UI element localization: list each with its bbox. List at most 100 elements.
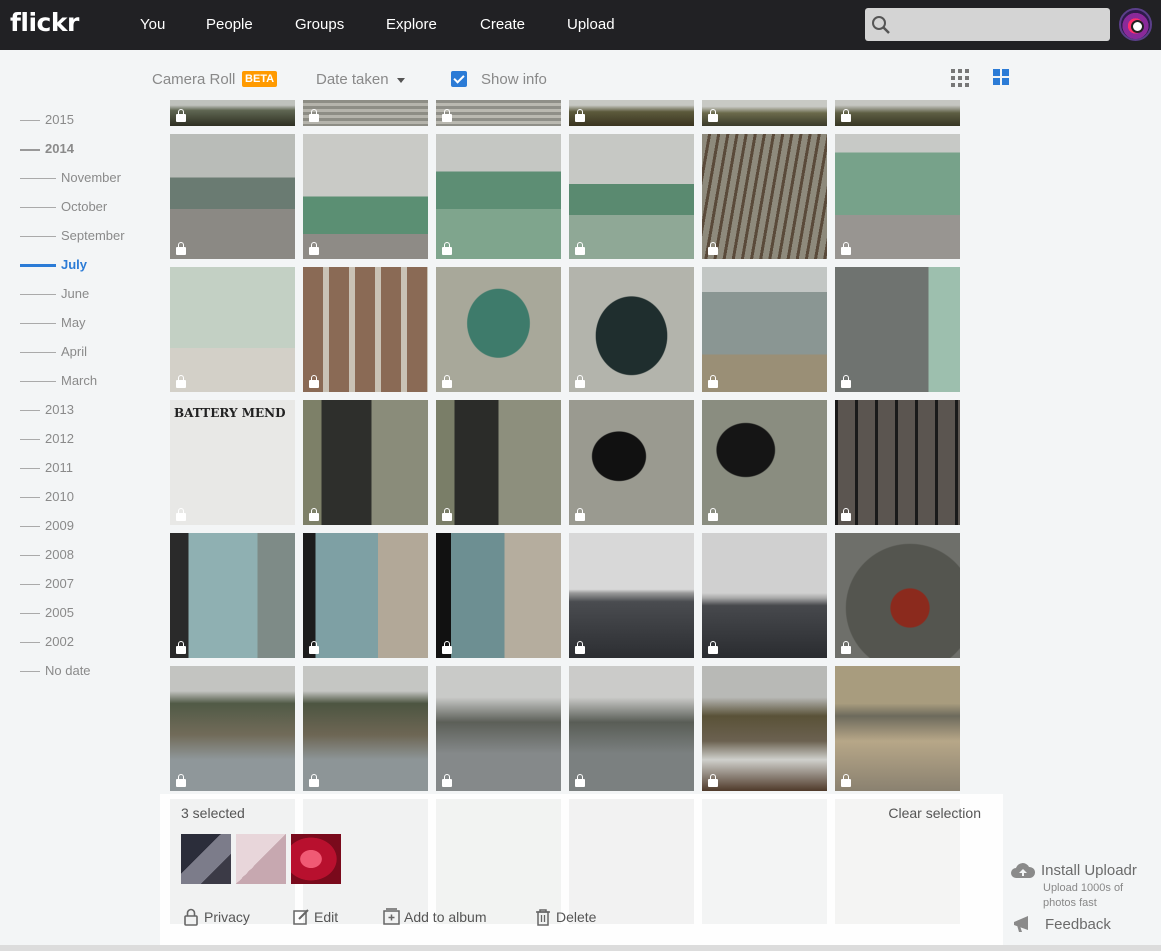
lock-icon [442,774,452,787]
selected-thumbnail[interactable] [291,834,341,884]
photo-tile[interactable] [569,400,694,525]
nav-create[interactable]: Create [480,16,525,33]
nav-explore[interactable]: Explore [386,16,437,33]
nav-groups[interactable]: Groups [295,16,344,33]
lock-icon [442,375,452,388]
photo-tile[interactable] [702,134,827,259]
lock-icon [708,242,718,255]
photo-tile[interactable] [436,100,561,126]
photo-tile[interactable] [436,400,561,525]
lock-icon [442,242,452,255]
lock-icon [176,242,186,255]
lock-icon [575,641,585,654]
install-uploadr-link[interactable]: Install Uploadr [1041,862,1137,879]
chevron-down-icon[interactable] [397,78,405,83]
sign-text: BATTERY MEND [174,406,286,420]
photo-tile[interactable] [170,533,295,658]
lock-icon [309,109,319,122]
sort-dropdown[interactable]: Date taken [316,71,389,88]
photo-tile[interactable] [569,533,694,658]
delete-button[interactable]: Delete [536,909,596,926]
edit-button[interactable]: Edit [293,909,339,925]
photo-tile-sign[interactable]: BATTERY MEND [170,400,295,525]
lock-icon [309,641,319,654]
lock-icon [575,242,585,255]
photo-tile[interactable] [835,533,960,658]
lock-icon [841,242,851,255]
nav-you[interactable]: You [140,16,165,33]
nav-people[interactable]: People [206,16,253,33]
search-input[interactable] [865,8,1110,41]
photo-tile[interactable] [702,533,827,658]
lock-icon [575,375,585,388]
nav-upload[interactable]: Upload [567,16,615,33]
photo-tile[interactable] [303,400,428,525]
show-info-checkbox[interactable] [451,71,467,87]
photo-tile[interactable] [835,666,960,791]
photo-tile[interactable] [170,666,295,791]
photo-tile[interactable] [170,267,295,392]
lock-icon [708,641,718,654]
photo-tile[interactable] [702,400,827,525]
lock-icon [708,508,718,521]
user-avatar[interactable] [1119,8,1152,41]
lock-icon [442,508,452,521]
lock-icon [841,774,851,787]
lock-icon [309,508,319,521]
megaphone-icon [1014,916,1028,932]
cloud-upload-icon [1011,863,1036,878]
beta-badge: BETA [242,71,278,87]
photo-tile[interactable] [436,134,561,259]
privacy-label: Privacy [204,909,250,925]
photo-tile[interactable] [569,100,694,126]
photo-tile[interactable] [569,666,694,791]
search-icon [872,16,890,34]
selection-panel: 3 selected Clear selection Privacy Edit … [160,794,1003,951]
photo-tile[interactable] [569,134,694,259]
photo-tile[interactable] [170,100,295,126]
edit-label: Edit [314,909,339,925]
lock-icon [708,375,718,388]
selection-count: 3 selected [181,805,245,821]
photo-tile[interactable] [436,267,561,392]
photo-tile[interactable] [835,267,960,392]
photo-tile[interactable] [436,666,561,791]
photo-tile[interactable] [702,666,827,791]
photo-tile[interactable] [835,400,960,525]
selected-thumbnail[interactable] [181,834,231,884]
photo-tile[interactable] [436,533,561,658]
selected-thumbnail[interactable] [236,834,286,884]
large-grid-view-icon[interactable] [993,69,1011,87]
photo-tile[interactable] [702,100,827,126]
add-to-album-icon [383,908,400,925]
lock-icon [176,774,186,787]
add-to-album-label: Add to album [404,909,487,925]
small-grid-view-icon[interactable] [951,69,969,87]
lock-icon [309,375,319,388]
photo-tile[interactable] [303,134,428,259]
photo-tile[interactable] [170,134,295,259]
lock-icon [176,375,186,388]
feedback-link[interactable]: Feedback [1045,916,1111,933]
lock-icon [708,774,718,787]
photo-tile[interactable] [303,533,428,658]
flickr-logo[interactable]: flickr [10,8,79,37]
lock-icon [841,109,851,122]
show-info-label[interactable]: Show info [481,71,547,88]
lock-icon [575,109,585,122]
clear-selection-button[interactable]: Clear selection [888,805,981,821]
photo-tile[interactable] [569,267,694,392]
lock-icon [176,109,186,122]
photo-tile[interactable] [303,267,428,392]
lock-icon [708,109,718,122]
lock-icon [841,375,851,388]
add-to-album-button[interactable]: Add to album [383,908,487,925]
photo-tile[interactable] [303,666,428,791]
photo-tile[interactable] [835,100,960,126]
uploadr-subtitle: Upload 1000s of photos fast [1043,882,1124,909]
photo-tile[interactable] [303,100,428,126]
privacy-button[interactable]: Privacy [184,908,250,926]
top-navigation-bar: flickr You People Groups Explore Create … [0,0,1161,50]
photo-tile[interactable] [835,134,960,259]
photo-tile[interactable] [702,267,827,392]
